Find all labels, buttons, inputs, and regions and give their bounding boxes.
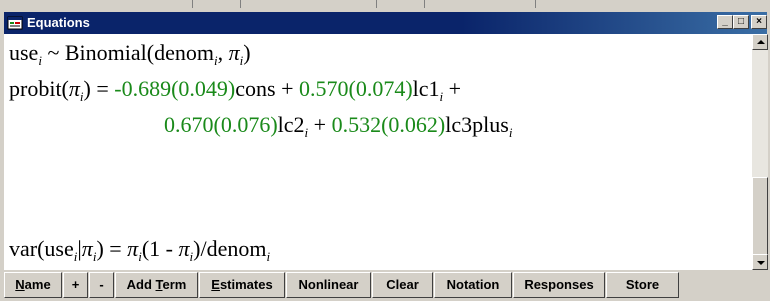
app-window-icon (7, 16, 23, 30)
name-button[interactable]: Name (4, 272, 62, 298)
maximize-button[interactable]: □ (733, 15, 749, 29)
add-term-button[interactable]: Add Term (115, 272, 198, 298)
equation-display[interactable]: usei ~ Binomial(denomi, πi) probit(πi) =… (4, 34, 752, 270)
store-button[interactable]: Store (606, 272, 679, 298)
equation-line-probit: probit(πi) = -0.689(0.049)cons + 0.570(0… (9, 76, 462, 104)
equation-line-distribution: usei ~ Binomial(denomi, πi) (9, 40, 251, 68)
scroll-down-button[interactable] (752, 254, 768, 270)
coefficient-cons[interactable]: -0.689(0.049) (114, 76, 235, 101)
vertical-scrollbar[interactable] (752, 34, 768, 270)
arrow-down-icon (757, 261, 765, 265)
minimize-button[interactable]: _ (717, 15, 733, 29)
responses-button[interactable]: Responses (513, 272, 605, 298)
coefficient-lc1[interactable]: 0.570(0.074) (299, 76, 413, 101)
remove-minus-button[interactable]: - (89, 272, 114, 298)
arrow-up-icon (757, 40, 765, 44)
nonlinear-button[interactable]: Nonlinear (286, 272, 371, 298)
title-bar[interactable]: Equations _ □ × (4, 12, 767, 34)
equation-line-probit-continued: 0.670(0.076)lc2i + 0.532(0.062)lc3plusi (164, 112, 513, 140)
equations-window: Equations _ □ × usei ~ Binomial(denomi, … (0, 9, 770, 301)
add-plus-button[interactable]: + (63, 272, 88, 298)
scroll-up-button[interactable] (752, 34, 768, 50)
equation-line-variance: var(usei|πi) = πi(1 - πi)/denomi (9, 236, 271, 264)
window-title: Equations (27, 15, 90, 30)
notation-button[interactable]: Notation (434, 272, 512, 298)
equation-toolbar: Name + - Add Term Estimates Nonlinear Cl… (4, 272, 768, 298)
clear-button[interactable]: Clear (372, 272, 433, 298)
estimates-button[interactable]: Estimates (199, 272, 285, 298)
close-button[interactable]: × (751, 15, 767, 29)
coefficient-lc3plus[interactable]: 0.532(0.062) (332, 112, 446, 137)
coefficient-lc2[interactable]: 0.670(0.076) (164, 112, 278, 137)
